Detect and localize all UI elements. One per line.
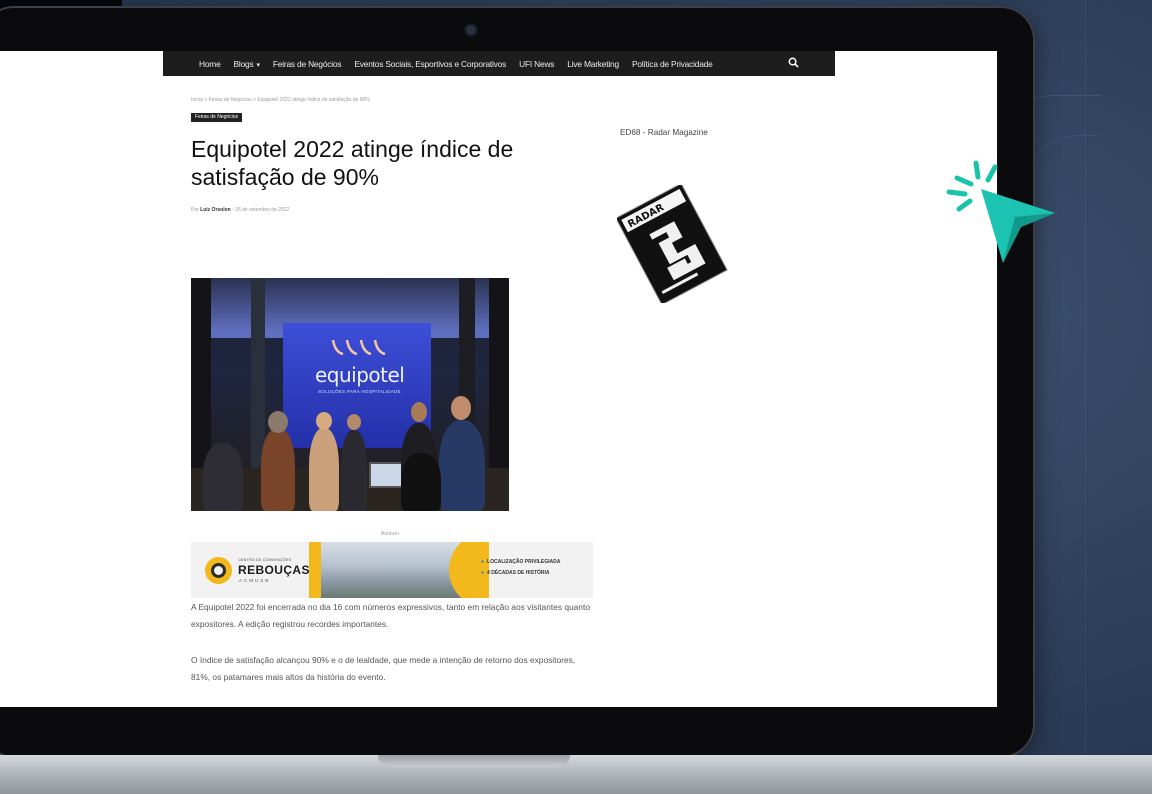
photo-person [203,443,243,511]
nav-blogs-label: Blogs [233,58,254,69]
article-paragraph: A Equipotel 2022 foi encerrada no dia 16… [191,602,590,629]
photo-person-head [316,412,332,430]
ad-logo-center [211,563,226,578]
author-link[interactable]: Luiz Orsolon [200,207,231,213]
cursor-click-icon [946,160,1055,263]
top-navigation: Home Blogs ▾ Feiras de Negócios Eventos S… [163,51,835,76]
photo-laptop [369,462,405,488]
publish-date: - 26 de setembro de 2022 [232,207,290,213]
nav-politica-de-privacidade[interactable]: Política de Privacidade [632,59,713,69]
breadcrumb[interactable]: Início > Feiras de Negócios > Equipotel … [191,97,370,103]
magazine-cover[interactable]: RADAR [617,185,735,303]
nav-live-marketing[interactable]: Live Marketing [567,59,619,69]
photo-person-head [347,414,361,430]
photo-person [439,420,485,511]
photo-person [341,430,367,511]
nav-blogs[interactable]: Blogs ▾ [233,58,261,69]
search-icon[interactable] [788,57,799,68]
photo-person [309,428,339,511]
byline: Por Luiz Orsolon - 26 de setembro de 202… [191,207,289,213]
article-paragraph: O índice de satisfação alcançou 90% e o … [191,655,576,682]
nav-ufi-news[interactable]: UFI News [519,59,554,69]
byline-prefix: Por [191,207,199,213]
ad-label: Anúncio [381,531,400,537]
ad-brand-name: REBOUÇAS [238,563,310,577]
photo-subsign: SOLUÇÕES PARA HOSPITALIDADE [318,389,401,394]
article-photo: equipotel SOLUÇÕES PARA HOSPITALIDADE [191,278,509,511]
chevron-down-icon: ▾ [256,61,261,69]
photo-person-head [411,402,427,422]
category-tag[interactable]: Feiras de Negócios [191,113,243,122]
photo-person [401,453,441,511]
photo-person [261,428,295,511]
nav-eventos[interactable]: Eventos Sociais, Esportivos e Corporativ… [354,59,506,69]
photo-person-head [451,396,471,420]
sidebar-title[interactable]: ED68 - Radar Magazine [620,128,708,137]
ad-bullet: LOCALIZAÇÃO PRIVILEGIADA [481,559,560,565]
nav-feiras-de-negocios[interactable]: Feiras de Negócios [273,59,342,69]
article-title: Equipotel 2022 atinge índice de satisfaç… [191,136,514,190]
browser-screen: Home Blogs ▾ Feiras de Negócios Eventos S… [0,51,997,707]
webcam [466,25,476,35]
ad-bullet: 4 DÉCADAS DE HISTÓRIA [481,570,550,576]
nav-home[interactable]: Home [199,59,221,69]
ad-banner[interactable]: CENTRO DE CONVENÇÕES REBOUÇAS ACMUSB LOC… [191,542,593,598]
photo-person-head [268,411,288,433]
photo-sign: equipotel [315,363,405,387]
ad-brand-sub: ACMUSB [239,578,271,583]
ad-small-text: CENTRO DE CONVENÇÕES [238,557,292,562]
laptop-notch [378,755,570,767]
laptop-base [0,755,1152,794]
photo-lights [331,340,386,355]
